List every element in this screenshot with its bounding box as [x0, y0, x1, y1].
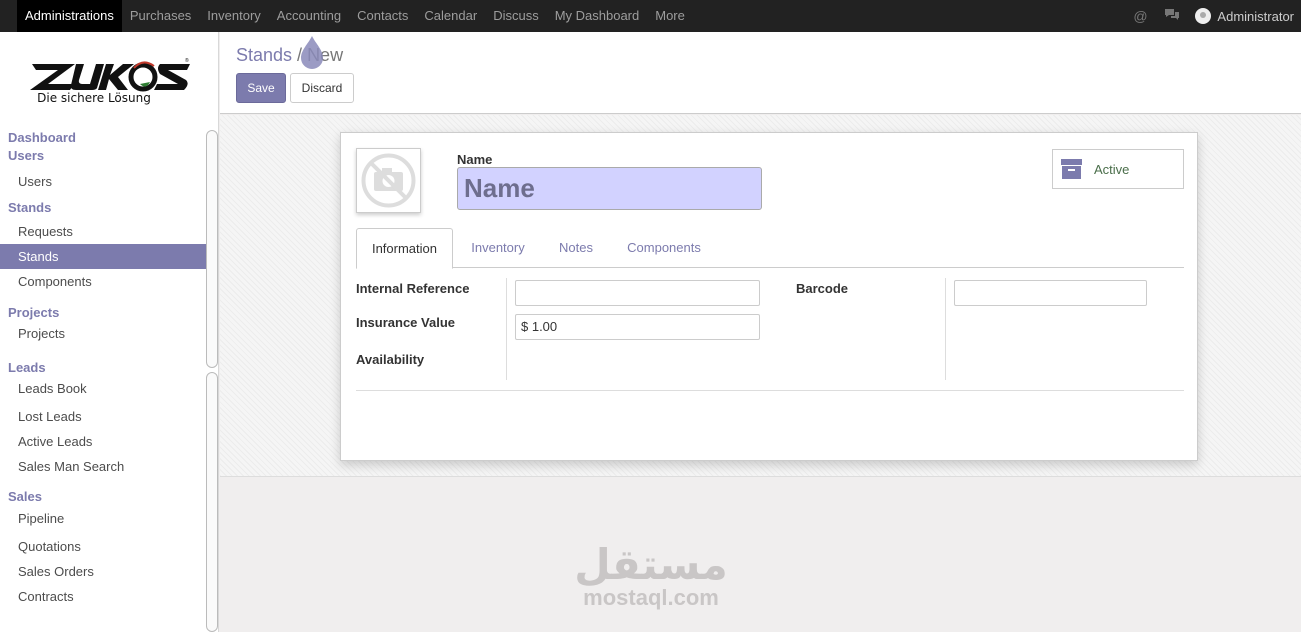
- chat-icon[interactable]: [1163, 8, 1181, 24]
- breadcrumb: Stands / New: [236, 45, 343, 66]
- user-menu[interactable]: Administrator: [1195, 8, 1294, 24]
- loading-drop-icon: [301, 36, 323, 69]
- menu-purchases[interactable]: Purchases: [122, 0, 199, 32]
- watermark-arabic: مستقل: [574, 540, 728, 589]
- sidebar-menu: Dashboard Users Users Stands Requests St…: [0, 129, 206, 609]
- sidebar-item-lost-leads[interactable]: Lost Leads: [0, 404, 206, 429]
- sidebar-scrollbar[interactable]: [206, 130, 218, 368]
- barcode-input[interactable]: [954, 280, 1147, 306]
- sidebar-section-users[interactable]: Users: [0, 147, 206, 165]
- logo-tagline: Die sichere Lösung: [37, 91, 151, 105]
- archive-icon: [1061, 159, 1082, 179]
- control-panel: Stands / New Save Discard: [220, 32, 1301, 114]
- sidebar-section-stands[interactable]: Stands: [0, 194, 206, 219]
- avatar: [1195, 8, 1212, 24]
- sidebar-item-stands[interactable]: Stands: [0, 244, 206, 269]
- menu-administrations[interactable]: Administrations: [17, 0, 122, 32]
- menu-inventory[interactable]: Inventory: [199, 0, 268, 32]
- tab-notes[interactable]: Notes: [546, 228, 606, 268]
- tab-inventory[interactable]: Inventory: [460, 228, 536, 268]
- sidebar: ® Die sichere Lösung Dashboard Users Use…: [0, 32, 219, 632]
- main-menu: Administrations Purchases Inventory Acco…: [0, 0, 693, 32]
- form-bottom-divider: [356, 390, 1184, 391]
- sidebar-item-quotations[interactable]: Quotations: [0, 534, 206, 559]
- menu-calendar[interactable]: Calendar: [416, 0, 485, 32]
- form-view: Name Name Active Information Inventory N…: [220, 115, 1301, 477]
- sidebar-item-sales-man-search[interactable]: Sales Man Search: [0, 454, 206, 479]
- sidebar-section-sales[interactable]: Sales: [0, 479, 206, 509]
- top-navbar: Administrations Purchases Inventory Acco…: [0, 0, 1301, 32]
- menu-contacts[interactable]: Contacts: [349, 0, 416, 32]
- sidebar-item-sales-orders[interactable]: Sales Orders: [0, 559, 206, 584]
- sidebar-item-leads-book[interactable]: Leads Book: [0, 379, 206, 404]
- sidebar-item-projects[interactable]: Projects: [0, 324, 206, 349]
- tab-components[interactable]: Components: [616, 228, 712, 268]
- menu-my-dashboard[interactable]: My Dashboard: [547, 0, 648, 32]
- insurance-value-label: Insurance Value: [356, 315, 455, 330]
- name-input[interactable]: Name: [457, 167, 762, 210]
- form-sheet: Name Name Active Information Inventory N…: [340, 132, 1198, 461]
- user-name: Administrator: [1217, 8, 1294, 24]
- sidebar-item-pipeline[interactable]: Pipeline: [0, 509, 206, 534]
- availability-label: Availability: [356, 352, 425, 367]
- svg-text:®: ®: [185, 57, 189, 64]
- no-image-camera-icon: [361, 153, 416, 208]
- field-divider-right: [945, 278, 946, 380]
- menu-more[interactable]: More: [647, 0, 693, 32]
- tab-information[interactable]: Information: [356, 228, 453, 269]
- active-label: Active: [1094, 161, 1130, 177]
- menu-discuss[interactable]: Discuss: [485, 0, 547, 32]
- watermark: مستقل mostaql.com: [572, 543, 730, 609]
- discard-button[interactable]: Discard: [290, 73, 354, 103]
- at-icon[interactable]: @: [1131, 8, 1149, 24]
- sidebar-scrollbar-lower[interactable]: [206, 372, 218, 632]
- sidebar-section-projects[interactable]: Projects: [0, 294, 206, 324]
- sidebar-item-active-leads[interactable]: Active Leads: [0, 429, 206, 454]
- image-upload[interactable]: [356, 148, 421, 213]
- internal-reference-label: Internal Reference: [356, 281, 470, 296]
- sidebar-item-contracts[interactable]: Contracts: [0, 584, 206, 609]
- sidebar-item-components[interactable]: Components: [0, 269, 206, 294]
- field-divider: [506, 278, 507, 380]
- sidebar-section-dashboard[interactable]: Dashboard: [0, 129, 206, 147]
- menu-accounting[interactable]: Accounting: [269, 0, 349, 32]
- sidebar-item-users[interactable]: Users: [0, 169, 206, 194]
- name-label: Name: [457, 152, 493, 167]
- sidebar-section-leads[interactable]: Leads: [0, 349, 206, 379]
- save-button[interactable]: Save: [236, 73, 286, 103]
- watermark-latin: mostaql.com: [583, 585, 719, 610]
- notebook-tabs: Information Inventory Notes Components: [356, 228, 1184, 269]
- sidebar-item-requests[interactable]: Requests: [0, 219, 206, 244]
- barcode-label: Barcode: [796, 281, 849, 296]
- active-toggle-button[interactable]: Active: [1052, 149, 1184, 189]
- breadcrumb-parent[interactable]: Stands: [236, 45, 292, 65]
- internal-reference-input[interactable]: [515, 280, 760, 306]
- insurance-value-input[interactable]: $ 1.00: [515, 314, 760, 340]
- systray: @ Administrator: [1131, 0, 1294, 32]
